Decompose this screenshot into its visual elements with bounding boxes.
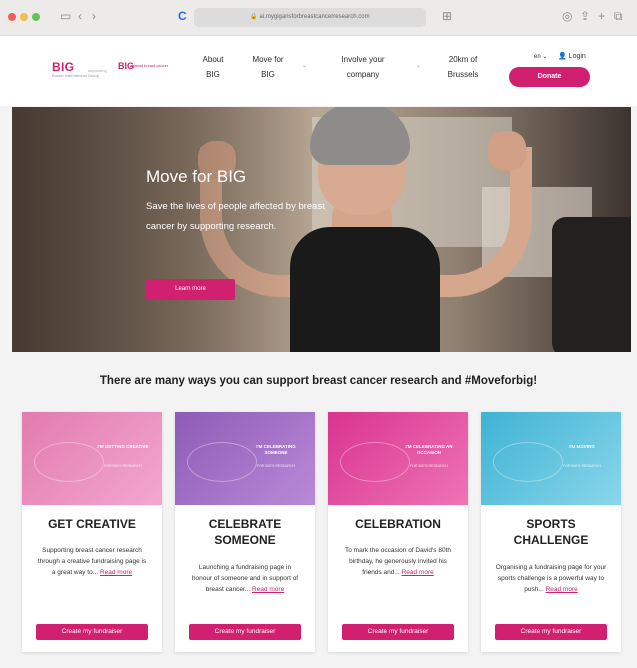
card-description: Supporting breast cancer research throug… bbox=[36, 545, 148, 578]
language-label: en bbox=[534, 54, 541, 60]
card-image-tag: I'M CELEBRATING SOMEONE bbox=[256, 444, 296, 455]
lock-icon: 🔒 bbox=[250, 14, 260, 20]
chevron-down-icon[interactable]: ⌄ bbox=[302, 62, 307, 69]
card-image[interactable]: I'M GETTING CREATIVE FOR BIG'S RESEARCH bbox=[22, 412, 162, 505]
card-image-tag: I'M CELEBRATING AN OCCASION bbox=[405, 444, 453, 455]
privacy-icon[interactable]: ◎ bbox=[562, 9, 572, 23]
nav-20km-brussels[interactable]: 20km of Brussels bbox=[440, 52, 486, 82]
card-image-tag-sub: FOR BIG'S RESEARCH bbox=[104, 464, 142, 468]
partner-logo-tagline: against breast cancer bbox=[130, 63, 169, 68]
nav-about-big[interactable]: About BIG bbox=[196, 52, 230, 82]
card-title-line2: SOMEONE bbox=[214, 533, 276, 547]
card-celebrate-someone: I'M CELEBRATING SOMEONE FOR BIG'S RESEAR… bbox=[175, 412, 315, 652]
logo-tagline: Breast International Group bbox=[52, 73, 99, 78]
card-title: CELEBRATION bbox=[328, 516, 468, 532]
chevron-down-icon: ⌄ bbox=[542, 54, 548, 60]
forward-icon[interactable]: › bbox=[92, 9, 96, 23]
site-header: BIG Breast International Group supportin… bbox=[0, 36, 637, 106]
card-title-line1: SPORTS bbox=[526, 517, 576, 531]
new-tab-icon[interactable]: + bbox=[598, 9, 605, 23]
card-description: To mark the occasion of David's 80th bir… bbox=[342, 545, 454, 578]
create-fundraiser-button[interactable]: Create my fundraiser bbox=[36, 624, 148, 640]
card-description-text: To mark the occasion of David's 80th bir… bbox=[344, 547, 451, 576]
card-celebration: I'M CELEBRATING AN OCCASION FOR BIG'S RE… bbox=[328, 412, 468, 652]
tabs-overview-icon[interactable]: ⧉ bbox=[614, 9, 623, 23]
logo-support-text: supporting bbox=[88, 68, 107, 73]
card-image-tag-sub: FOR BIG'S RESEARCH bbox=[410, 464, 448, 468]
create-fundraiser-button[interactable]: Create my fundraiser bbox=[342, 624, 454, 640]
nav-20km-line1: 20km of bbox=[448, 55, 478, 64]
read-more-link[interactable]: Read more bbox=[100, 569, 132, 576]
card-get-creative: I'M GETTING CREATIVE FOR BIG'S RESEARCH … bbox=[22, 412, 162, 652]
card-title: GET CREATIVE bbox=[22, 516, 162, 532]
url-text: ai.mygigansforbreastcancerresearch.com bbox=[259, 14, 370, 20]
read-more-link[interactable]: Read more bbox=[402, 569, 434, 576]
user-icon: 👤 bbox=[558, 53, 567, 60]
card-image-tag-sub: FOR BIG'S RESEARCH bbox=[563, 464, 601, 468]
language-selector[interactable]: en ⌄ bbox=[534, 53, 547, 60]
card-title-line1: CELEBRATION bbox=[355, 517, 441, 531]
card-title-line1: CELEBRATE bbox=[208, 517, 282, 531]
hero-fist-right bbox=[488, 131, 526, 171]
donate-button[interactable]: Donate bbox=[509, 67, 590, 87]
card-image-tag: I'M MOVING bbox=[569, 444, 595, 449]
login-label: Login bbox=[568, 53, 586, 60]
create-fundraiser-button[interactable]: Create my fundraiser bbox=[495, 624, 607, 640]
nav-about-line2: BIG bbox=[206, 70, 220, 79]
share-icon[interactable]: ⇪ bbox=[580, 9, 590, 23]
hero-title: Move for BIG bbox=[146, 167, 247, 186]
close-window-button[interactable] bbox=[8, 13, 16, 21]
card-sports-challenge: I'M MOVING FOR BIG'S RESEARCH SPORTS CHA… bbox=[481, 412, 621, 652]
card-title: SPORTS CHALLENGE bbox=[481, 516, 621, 548]
logo-name: BIG bbox=[52, 60, 75, 74]
card-title-line2: CHALLENGE bbox=[513, 533, 589, 547]
nav-involve-line1: Involve your bbox=[341, 55, 385, 64]
sidebar-toggle-icon[interactable]: ▭ bbox=[60, 9, 71, 23]
back-icon[interactable]: ‹ bbox=[78, 9, 82, 23]
hero-headscarf bbox=[310, 107, 410, 165]
card-image-tag-sub: FOR BIG'S RESEARCH bbox=[257, 464, 295, 468]
card-title-line1: GET CREATIVE bbox=[48, 517, 136, 531]
card-image[interactable]: I'M CELEBRATING SOMEONE FOR BIG'S RESEAR… bbox=[175, 412, 315, 505]
nav-move-line1: Move for bbox=[252, 55, 284, 64]
card-image[interactable]: I'M MOVING FOR BIG'S RESEARCH bbox=[481, 412, 621, 505]
site-favicon-icon: C bbox=[178, 9, 187, 23]
hero-banner: Move for BIG Save the lives of people af… bbox=[12, 107, 631, 352]
address-bar[interactable]: 🔒 ai.mygigansforbreastcancerresearch.com bbox=[194, 8, 426, 27]
section-title: There are many ways you can support brea… bbox=[99, 375, 538, 387]
login-link[interactable]: 👤 Login bbox=[558, 52, 586, 60]
read-more-link[interactable]: Read more bbox=[252, 586, 284, 593]
card-title: CELEBRATE SOMEONE bbox=[175, 516, 315, 548]
maximize-window-button[interactable] bbox=[32, 13, 40, 21]
nav-20km-line2: Brussels bbox=[447, 70, 479, 79]
card-description: Organising a fundraising page for your s… bbox=[495, 562, 607, 595]
read-more-link[interactable]: Read more bbox=[546, 586, 578, 593]
card-description: Launching a fundraising page in honour o… bbox=[189, 562, 301, 595]
nav-about-line1: About bbox=[202, 55, 224, 64]
learn-more-button[interactable]: Learn more bbox=[146, 279, 235, 300]
chevron-down-icon[interactable]: ⌄ bbox=[416, 62, 421, 69]
card-image[interactable]: I'M CELEBRATING AN OCCASION FOR BIG'S RE… bbox=[328, 412, 468, 505]
hero-background-chair bbox=[552, 217, 631, 352]
nav-move-for-big[interactable]: Move for BIG bbox=[248, 52, 288, 82]
nav-move-line2: BIG bbox=[261, 70, 275, 79]
create-fundraiser-button[interactable]: Create my fundraiser bbox=[189, 624, 301, 640]
card-image-tag: I'M GETTING CREATIVE bbox=[97, 444, 149, 449]
hero-text: Save the lives of people affected by bre… bbox=[146, 201, 325, 232]
browser-toolbar: ▭ ‹ › C 🔒 ai.mygigansforbreastcancerrese… bbox=[0, 0, 637, 36]
translate-icon[interactable]: ⊞ bbox=[442, 9, 452, 23]
minimize-window-button[interactable] bbox=[20, 13, 28, 21]
nav-involve-company[interactable]: Involve your company bbox=[328, 52, 398, 82]
nav-involve-line2: company bbox=[346, 70, 380, 79]
hero-top bbox=[290, 227, 440, 352]
